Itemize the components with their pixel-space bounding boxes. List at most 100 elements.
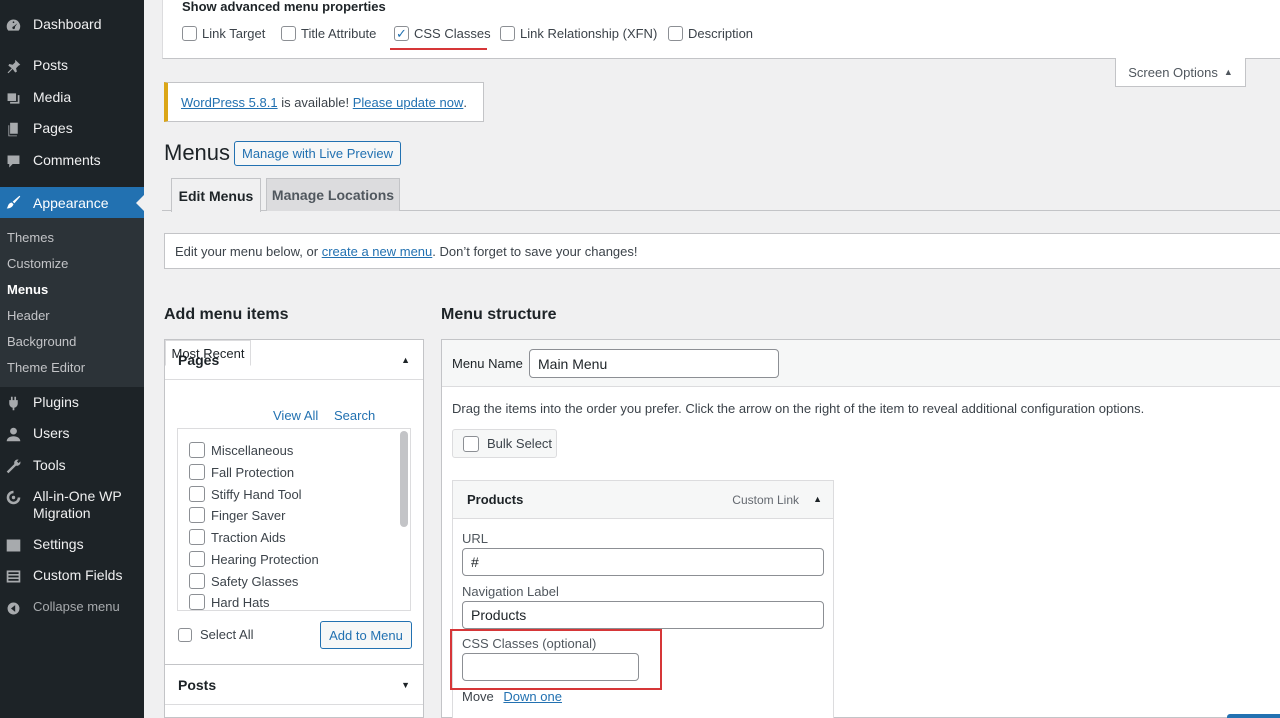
menu-item-header[interactable]: Products Custom Link ▲ — [453, 481, 833, 519]
menu-name-input[interactable] — [529, 349, 779, 378]
page-checkbox[interactable] — [189, 551, 205, 567]
menu-name-label: Menu Name — [452, 356, 523, 371]
sidebar-item-label: Pages — [33, 120, 73, 136]
move-down-one-link[interactable]: Down one — [503, 689, 562, 704]
list-item[interactable]: Stiffy Hand Tool — [189, 486, 302, 502]
sidebar-item-label: Settings — [33, 536, 84, 552]
pages-scrollbar[interactable] — [400, 431, 408, 527]
sidebar-item-settings[interactable]: Settings — [0, 536, 144, 554]
page-checkbox[interactable] — [189, 594, 205, 610]
list-item[interactable]: Finger Saver — [189, 507, 285, 523]
sidebar-item-migration[interactable]: All-in-One WP Migration — [0, 488, 144, 522]
screen-options-panel: Show advanced menu properties Link Targe… — [162, 0, 1280, 59]
create-new-menu-link[interactable]: create a new menu — [322, 244, 433, 259]
screen-options-button[interactable]: Screen Options ▲ — [1115, 58, 1246, 87]
list-item[interactable]: Miscellaneous — [189, 442, 293, 458]
title-attribute-checkbox[interactable] — [281, 26, 296, 41]
submenu-item-header[interactable]: Header — [7, 308, 50, 323]
collapse-up-icon[interactable]: ▲ — [401, 355, 410, 365]
tab-edit-menus[interactable]: Edit Menus — [171, 178, 261, 212]
url-input[interactable] — [462, 548, 824, 576]
page-checkbox[interactable] — [189, 529, 205, 545]
settings-icon — [4, 536, 22, 554]
list-item[interactable]: Traction Aids — [189, 529, 286, 545]
sidebar-item-users[interactable]: Users — [0, 425, 144, 443]
page-checkbox[interactable] — [189, 464, 205, 480]
page-checkbox[interactable] — [189, 507, 205, 523]
submenu-item-themes[interactable]: Themes — [7, 230, 54, 245]
option-link-target[interactable]: Link Target — [182, 26, 265, 41]
sidebar-item-plugins[interactable]: Plugins — [0, 394, 144, 412]
pages-panel-header[interactable]: Pages ▲ — [165, 340, 423, 380]
expand-down-icon[interactable]: ▼ — [401, 680, 410, 690]
tab-search[interactable]: Search — [334, 408, 375, 423]
wrench-icon — [4, 457, 22, 475]
posts-panel: Posts ▼ — [164, 664, 424, 718]
sidebar-item-label-2: Migration — [33, 505, 91, 521]
option-label: CSS Classes — [414, 26, 491, 41]
sidebar-item-comments[interactable]: Comments — [0, 152, 144, 170]
list-item[interactable]: Hard Hats — [189, 594, 270, 610]
sidebar-item-custom-fields[interactable]: Custom Fields — [0, 567, 144, 585]
css-classes-annotation-box — [450, 629, 662, 690]
sidebar-item-label: Plugins — [33, 394, 79, 410]
advanced-properties-legend: Show advanced menu properties — [182, 0, 386, 14]
description-checkbox[interactable] — [668, 26, 683, 41]
page-label: Miscellaneous — [211, 442, 294, 458]
sidebar-item-media[interactable]: Media — [0, 89, 144, 107]
list-item[interactable]: Fall Protection — [189, 464, 294, 480]
select-all-label: Select All — [200, 627, 254, 642]
option-title-attribute[interactable]: Title Attribute — [281, 26, 376, 41]
pages-checklist[interactable]: Miscellaneous Fall Protection Stiffy Han… — [177, 428, 411, 611]
submenu-item-menus[interactable]: Menus — [7, 282, 48, 297]
sidebar-item-posts[interactable]: Posts — [0, 57, 144, 75]
submenu-item-background[interactable]: Background — [7, 334, 76, 349]
sidebar-item-appearance[interactable]: Appearance — [0, 187, 144, 218]
page-label: Hard Hats — [211, 594, 270, 610]
sidebar-item-pages[interactable]: Pages — [0, 120, 144, 138]
link-relationship-checkbox[interactable] — [500, 26, 515, 41]
option-link-relationship[interactable]: Link Relationship (XFN) — [500, 26, 657, 41]
bulk-select-control[interactable]: Bulk Select — [452, 429, 557, 458]
pin-icon — [4, 57, 22, 75]
sidebar-item-dashboard[interactable]: Dashboard — [0, 16, 144, 34]
option-description[interactable]: Description — [668, 26, 753, 41]
css-classes-annotation-underline — [390, 48, 487, 50]
update-notice-end: . — [463, 94, 467, 110]
bulk-select-checkbox[interactable] — [463, 435, 479, 452]
collapse-menu-button[interactable]: Collapse menu — [0, 599, 144, 617]
save-menu-button-edge[interactable] — [1227, 714, 1280, 718]
select-all-control[interactable]: Select All — [178, 627, 253, 642]
tab-view-all[interactable]: View All — [273, 408, 318, 423]
media-icon — [4, 89, 22, 107]
page-checkbox[interactable] — [189, 486, 205, 502]
manage-live-preview-button[interactable]: Manage with Live Preview — [234, 141, 401, 166]
submenu-item-customize[interactable]: Customize — [7, 256, 68, 271]
pages-panel: Pages ▲ Most Recent View All Search Misc… — [164, 339, 424, 665]
list-item[interactable]: Hearing Protection — [189, 551, 319, 567]
page-label: Hearing Protection — [211, 551, 319, 567]
collapse-up-icon[interactable]: ▲ — [813, 494, 822, 504]
page-label: Fall Protection — [211, 464, 295, 480]
migration-icon — [4, 488, 22, 506]
wordpress-version-link[interactable]: WordPress 5.8.1 — [181, 95, 278, 110]
css-classes-checkbox[interactable] — [394, 26, 409, 41]
list-item[interactable]: Safety Glasses — [189, 573, 298, 589]
page-checkbox[interactable] — [189, 442, 205, 458]
tab-manage-locations[interactable]: Manage Locations — [266, 178, 400, 211]
link-target-checkbox[interactable] — [182, 26, 197, 41]
migration-label: All-in-One WP Migration — [33, 488, 122, 522]
notice-text-pre: Edit your menu below, or — [175, 243, 322, 259]
posts-panel-header[interactable]: Posts ▼ — [165, 665, 423, 705]
submenu-item-theme-editor[interactable]: Theme Editor — [7, 360, 85, 375]
select-all-checkbox[interactable] — [178, 627, 192, 642]
page-checkbox[interactable] — [189, 573, 205, 589]
navigation-label-input[interactable] — [462, 601, 824, 629]
option-css-classes[interactable]: CSS Classes — [394, 26, 491, 41]
update-now-link[interactable]: Please update now — [353, 95, 464, 110]
sidebar-item-tools[interactable]: Tools — [0, 457, 144, 475]
add-to-menu-button[interactable]: Add to Menu — [320, 621, 412, 649]
update-notice: WordPress 5.8.1 is available! Please upd… — [164, 82, 484, 122]
user-icon — [4, 425, 22, 443]
option-label: Link Relationship (XFN) — [520, 26, 658, 41]
